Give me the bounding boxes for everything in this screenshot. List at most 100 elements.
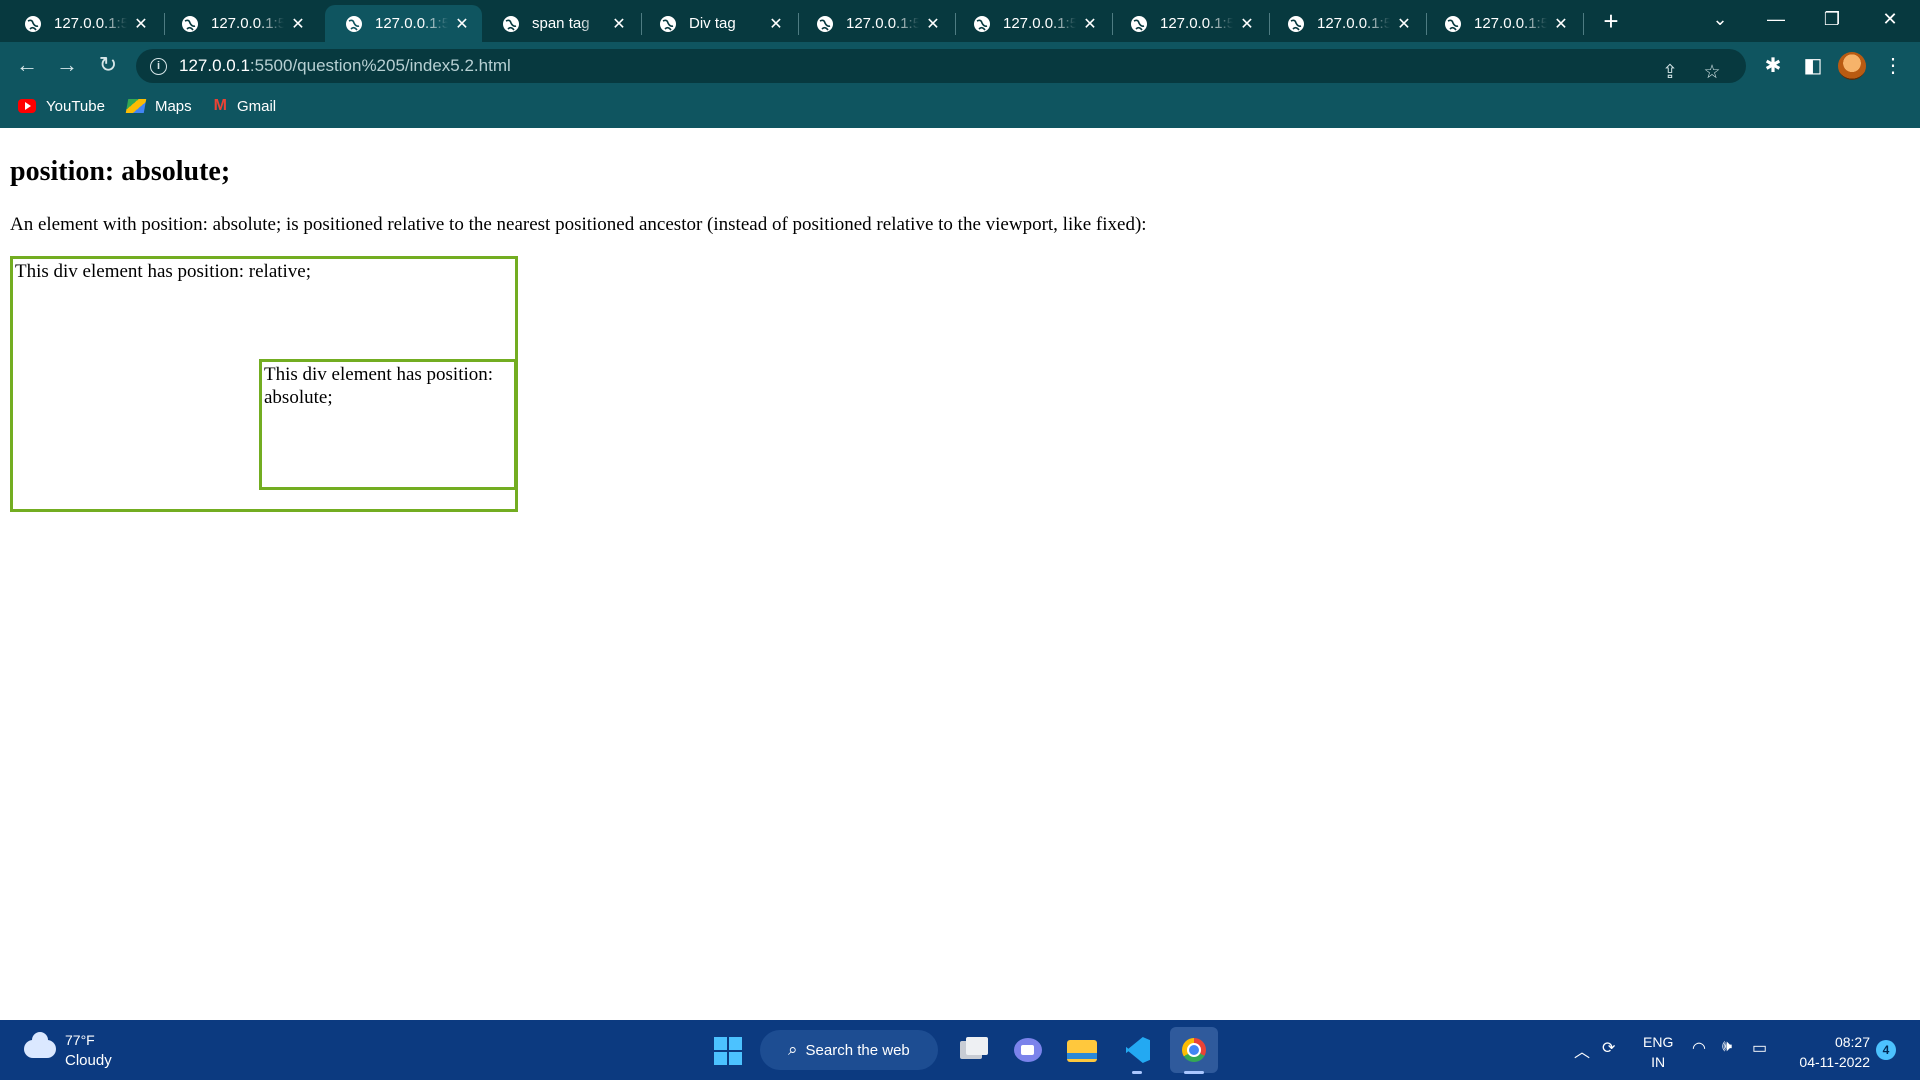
close-tab-icon[interactable]: ✕ [1390, 14, 1418, 34]
extensions-puzzle-icon[interactable]: ✱ [1758, 51, 1788, 81]
new-tab-button[interactable]: + [1596, 6, 1626, 36]
chrome-icon [1182, 1038, 1206, 1062]
share-icon[interactable]: ⇪ [1656, 59, 1684, 87]
tab-title: 127.0.0.1:5500/question%205/index3.html [846, 15, 919, 32]
vscode-icon[interactable] [1120, 1032, 1156, 1068]
bookmark-youtube[interactable]: YouTube [18, 98, 105, 115]
chrome-taskbar-button[interactable] [1170, 1027, 1218, 1073]
gmail-icon: M [213, 97, 227, 114]
taskbar-search[interactable]: ⌕ Search the web [760, 1030, 938, 1070]
page-content: position: absolute; An element with posi… [0, 128, 1920, 1020]
tab-10[interactable]: 127.0.0.1:5500/question%205/index7.html … [1424, 5, 1581, 42]
taskbar-search-label: Search the web [805, 1041, 910, 1059]
tab-title: 127.0.0.1:5500/question%205/index5.2.htm… [375, 15, 448, 32]
sync-icon[interactable]: ⟳ [1602, 1038, 1615, 1058]
globe-icon [25, 15, 41, 32]
close-tab-icon[interactable]: ✕ [448, 14, 476, 34]
tab-9[interactable]: 127.0.0.1:5500/question%205/index6.html … [1267, 5, 1424, 42]
tab-4[interactable]: span tag ✕ [482, 5, 639, 42]
cloud-icon[interactable] [24, 1032, 56, 1058]
system-clock[interactable]: 08:27 04-11-2022 [1790, 1032, 1870, 1072]
minimize-button[interactable]: — [1748, 0, 1804, 38]
wifi-icon[interactable]: ◠ [1692, 1038, 1706, 1058]
tab-search-chevron-icon[interactable]: ⌄ [1692, 0, 1748, 38]
tab-7[interactable]: 127.0.0.1:5500/question%205/index4.html … [953, 5, 1110, 42]
more-menu-icon[interactable]: ⋮ [1878, 51, 1908, 81]
address-bar[interactable]: i 127.0.0.1:5500/question%205/index5.2.h… [136, 49, 1746, 83]
notification-badge[interactable]: 4 [1876, 1040, 1896, 1060]
globe-icon [346, 15, 362, 32]
bookmark-label: Maps [154, 97, 192, 115]
tab-title: 127.0.0.1:5500/question%205/index4.html [1003, 15, 1076, 32]
site-info-icon[interactable]: i [150, 57, 167, 75]
clock-date: 04-11-2022 [1799, 1054, 1870, 1070]
globe-icon [660, 15, 676, 32]
bookmark-star-icon[interactable]: ☆ [1698, 59, 1726, 87]
globe-icon [1288, 15, 1304, 32]
tab-title: 127.0.0.1:5500/question%205/index7.html [1474, 15, 1547, 32]
close-window-button[interactable]: ✕ [1862, 0, 1918, 38]
tab-title: 127.0.0.1:5500/question%205/index6.html [1317, 15, 1390, 32]
restore-button[interactable]: ❐ [1804, 0, 1860, 38]
tab-5[interactable]: Div tag ✕ [639, 5, 796, 42]
globe-icon [1445, 15, 1461, 32]
tab-title: 127.0.0.1:5500/question%205/index1.html [54, 15, 127, 32]
bookmark-label: Gmail [236, 97, 277, 115]
chrome-active-indicator [1184, 1071, 1204, 1074]
tab-3-active[interactable]: 127.0.0.1:5500/question%205/index5.2.htm… [325, 5, 482, 42]
close-tab-icon[interactable]: ✕ [1233, 14, 1261, 34]
close-tab-icon[interactable]: ✕ [762, 14, 790, 34]
taskbar: 77°F Cloudy ⌕ Search the web ︿ ⟳ ENG IN … [0, 1020, 1920, 1080]
task-view-icon[interactable] [955, 1032, 991, 1068]
forward-arrow-icon[interactable]: → [52, 50, 82, 80]
volume-icon[interactable]: 🕪 [1722, 1038, 1732, 1056]
tab-6[interactable]: 127.0.0.1:5500/question%205/index3.html … [796, 5, 953, 42]
tab-8[interactable]: 127.0.0.1:5500/question%205/index5.html … [1110, 5, 1267, 42]
tab-1[interactable]: 127.0.0.1:5500/question%205/index1.html … [4, 5, 161, 42]
bookmark-gmail[interactable]: M Gmail [214, 98, 277, 115]
youtube-icon [18, 99, 36, 113]
file-explorer-icon[interactable] [1064, 1032, 1100, 1068]
page-heading: position: absolute; [10, 156, 231, 187]
maps-icon [125, 99, 147, 113]
weather-temperature[interactable]: 77°F [65, 1032, 95, 1048]
profile-avatar[interactable] [1838, 52, 1866, 80]
close-tab-icon[interactable]: ✕ [1076, 14, 1104, 34]
url-host: 127.0.0.1 [179, 56, 250, 75]
search-icon: ⌕ [788, 1040, 798, 1059]
tab-title: Div tag [689, 15, 762, 32]
tab-strip: 127.0.0.1:5500/question%205/index1.html … [0, 0, 1920, 42]
relative-div: This div element has position: relative;… [10, 256, 518, 512]
back-arrow-icon[interactable]: ← [12, 50, 42, 80]
language-indicator[interactable]: ENG IN [1643, 1032, 1673, 1072]
browser-toolbar: ← → ↻ i 127.0.0.1:5500/question%205/inde… [0, 42, 1920, 88]
close-tab-icon[interactable]: ✕ [919, 14, 947, 34]
close-tab-icon[interactable]: ✕ [284, 14, 312, 34]
globe-icon [1131, 15, 1147, 32]
bookmarks-bar: YouTube Maps M Gmail [0, 91, 1920, 121]
side-panel-icon[interactable]: ◧ [1798, 51, 1828, 81]
globe-icon [182, 15, 198, 32]
tab-title: span tag [532, 15, 605, 32]
page-description: An element with position: absolute; is p… [10, 214, 1147, 235]
tab-2[interactable]: 127.0.0.1:5500/question%205/index2.html … [161, 5, 318, 42]
vscode-running-indicator [1132, 1071, 1142, 1074]
weather-condition[interactable]: Cloudy [65, 1052, 112, 1069]
language-region: IN [1651, 1054, 1666, 1070]
tab-title: 127.0.0.1:5500/question%205/index5.html [1160, 15, 1233, 32]
windows-start-icon[interactable] [714, 1037, 742, 1065]
show-hidden-icons-chevron-icon[interactable]: ︿ [1574, 1038, 1590, 1062]
battery-icon[interactable]: ▭ [1752, 1038, 1767, 1058]
globe-icon [974, 15, 990, 32]
close-tab-icon[interactable]: ✕ [127, 14, 155, 34]
absolute-div-text: This div element has position: absolute; [264, 364, 494, 408]
teams-chat-icon[interactable] [1010, 1032, 1046, 1068]
close-tab-icon[interactable]: ✕ [1547, 14, 1575, 34]
bookmark-maps[interactable]: Maps [125, 97, 192, 115]
relative-div-text: This div element has position: relative; [15, 261, 312, 282]
browser-chrome: 127.0.0.1:5500/question%205/index1.html … [0, 0, 1920, 128]
clock-time: 08:27 [1834, 1034, 1870, 1050]
reload-icon[interactable]: ↻ [93, 50, 123, 80]
close-tab-icon[interactable]: ✕ [605, 14, 633, 34]
tab-separator [1583, 13, 1584, 35]
